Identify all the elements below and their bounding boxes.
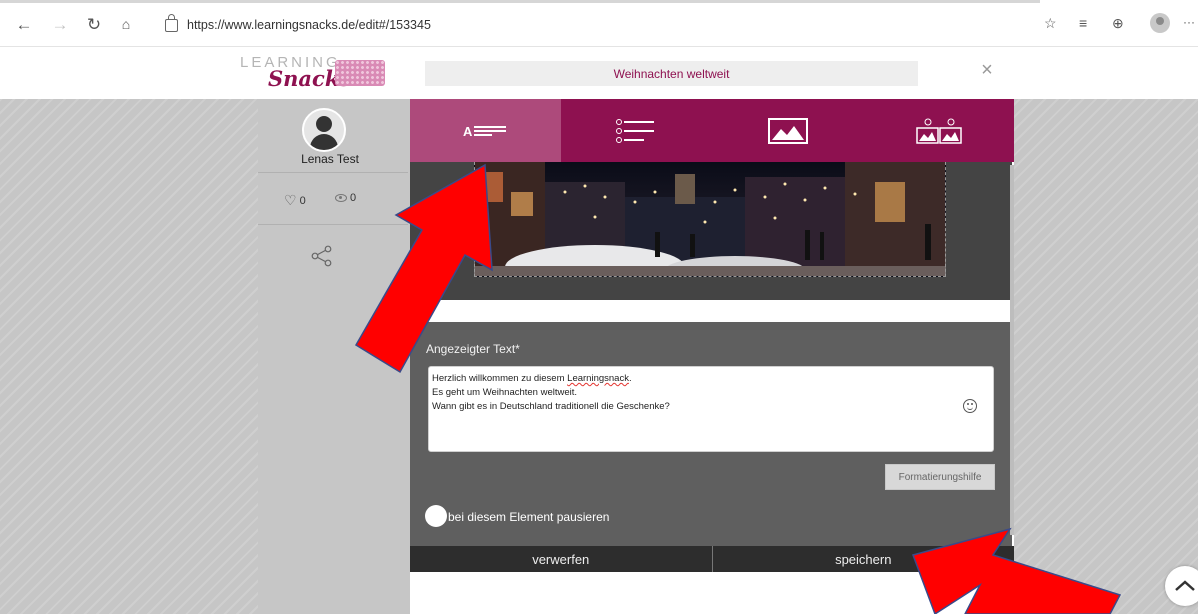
home-icon[interactable]: ⌂ (116, 14, 136, 34)
forward-icon[interactable]: → (50, 14, 70, 34)
element-type-tabs: A (410, 99, 1014, 162)
avatar[interactable] (302, 108, 346, 152)
image-choice-icon (915, 118, 962, 144)
christmas-street-photo (475, 162, 945, 276)
lock-icon (165, 13, 178, 32)
text-element-icon: A (463, 124, 506, 139)
favorites-add-icon[interactable]: ☆ (1044, 15, 1057, 32)
editor-scrollbar[interactable] (1010, 165, 1014, 535)
annotation-arrow-up (354, 163, 493, 374)
favorites-icon[interactable]: ≡ (1079, 15, 1087, 31)
collections-icon[interactable]: ⊕ (1112, 15, 1124, 32)
svg-text:A: A (463, 124, 473, 139)
text-line: Wann gibt es in Deutschland traditionell… (432, 401, 670, 412)
scroll-to-top-button[interactable] (1165, 566, 1198, 606)
displayed-text-input[interactable]: Herzlich willkommen zu diesem Learningsn… (428, 366, 994, 452)
discard-button[interactable]: verwerfen (410, 546, 713, 572)
profile-icon[interactable] (1150, 13, 1170, 33)
logo-dots-graphic (335, 60, 385, 86)
pause-toggle[interactable] (425, 505, 447, 527)
formatting-help-button[interactable]: Formatierungshilfe (885, 464, 995, 490)
pause-toggle-label: bei diesem Element pausieren (448, 510, 610, 524)
tab-image-choice-element[interactable] (863, 99, 1014, 162)
loading-bar (0, 0, 1040, 3)
heart-icon: ♡ (284, 192, 297, 208)
more-icon[interactable]: ··· (1183, 15, 1195, 29)
likes-count: 0 (299, 194, 306, 207)
text-line: Es geht um Weihnachten weltweit. (432, 387, 578, 398)
back-icon[interactable]: ← (14, 14, 34, 34)
reload-icon[interactable]: ↻ (84, 14, 104, 34)
question-list-icon (615, 118, 654, 143)
url-text: https://www.learningsnacks.de/edit#/1533… (187, 18, 431, 32)
image-icon (767, 117, 808, 144)
emoji-icon[interactable] (963, 399, 977, 413)
address-bar[interactable]: https://www.learningsnacks.de/edit#/1533… (165, 13, 431, 35)
share-icon[interactable] (311, 245, 333, 267)
tab-text-element[interactable]: A (410, 99, 561, 162)
tab-image-element[interactable] (712, 99, 863, 162)
snack-title[interactable]: Weihnachten weltweit (425, 61, 918, 86)
christmas-market-image[interactable] (474, 162, 946, 277)
learningsnacks-logo[interactable]: LEARNING Snacks (238, 54, 388, 98)
chevron-up-icon (1175, 580, 1195, 591)
tab-question-element[interactable] (561, 99, 712, 162)
close-icon[interactable]: × (978, 60, 996, 80)
browser-toolbar: ← → ↻ ⌂ https://www.learningsnacks.de/ed… (0, 0, 1198, 47)
likes-counter[interactable]: ♡ 0 (284, 192, 306, 209)
annotation-arrow-down (912, 527, 1122, 614)
